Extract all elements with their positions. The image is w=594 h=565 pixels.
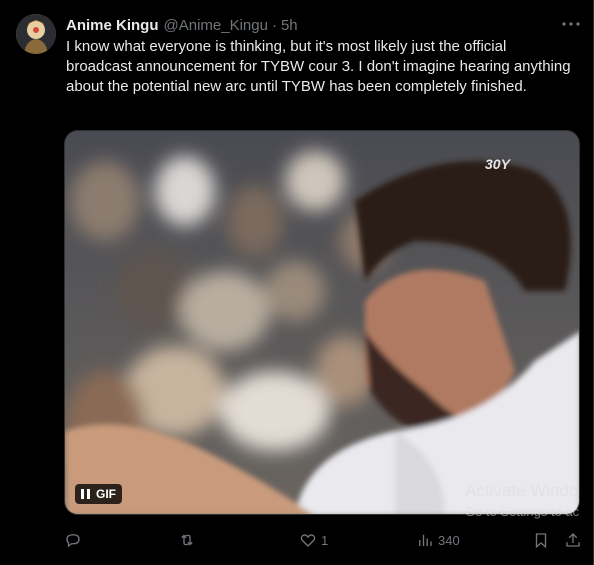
tweet-header: Anime Kingu @Anime_Kingu · 5h [66,15,298,35]
watermark-title: Activate Windo [465,481,579,500]
like-button[interactable]: 1 [299,528,328,552]
gif-badge[interactable]: GIF [75,484,122,504]
separator: · [271,16,277,34]
retweet-icon [181,534,193,546]
like-icon [300,534,316,547]
avatar-image [16,14,56,54]
corner-logo: 30Y [485,156,512,172]
reply-button[interactable] [64,528,86,552]
gif-media[interactable]: 30Y [64,130,580,515]
author-name[interactable]: Anime Kingu [66,17,159,34]
retweet-button[interactable] [178,528,200,552]
more-icon[interactable] [560,14,582,34]
views-icon [419,534,432,546]
watermark-subtitle: Go to Settings to ac [465,504,580,519]
views-button[interactable]: 340 [416,528,460,552]
like-count: 1 [321,532,329,548]
gif-frame: 30Y [65,131,579,514]
share-button[interactable] [564,528,582,552]
views-count: 340 [438,532,460,548]
tweet-text: I know what everyone is thinking, but it… [66,38,571,95]
gif-label: GIF [96,487,116,501]
share-icon [566,533,580,547]
timestamp[interactable]: 5h [281,17,298,34]
activate-windows-watermark: Activate Windo Go to Settings to ac [465,482,579,520]
avatar[interactable] [16,14,56,54]
tweet-actions: 1 340 [0,528,594,552]
author-handle[interactable]: @Anime_Kingu [164,17,268,34]
bookmark-icon [535,533,547,549]
reply-icon [66,534,80,548]
bookmark-button[interactable] [532,528,550,552]
pause-icon[interactable] [81,489,90,499]
